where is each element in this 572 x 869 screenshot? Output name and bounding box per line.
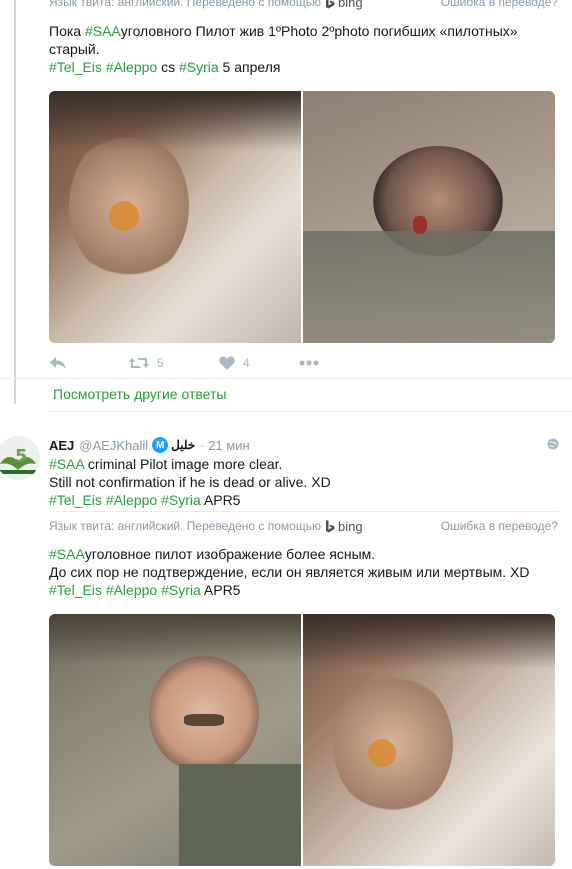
hashtag-link[interactable]: #SAA bbox=[49, 456, 84, 472]
hashtag-link[interactable]: #Tel_Eis bbox=[49, 582, 102, 598]
bing-logo[interactable]: bing bbox=[325, 0, 363, 10]
tweet-actions: 5 4 bbox=[49, 352, 329, 374]
avatar-logo-icon: 5 bbox=[0, 436, 40, 480]
tweet-text-line: Пока #SAAуголовного Пилот жив 1ºPhoto 2º… bbox=[49, 22, 559, 40]
more-dots-icon bbox=[299, 360, 319, 366]
author-name-arabic: خليل bbox=[171, 438, 196, 452]
thread-line bbox=[14, 0, 16, 384]
translation-label: Язык твита: английский. Переведено с пом… bbox=[49, 0, 321, 9]
photo-2[interactable] bbox=[303, 91, 555, 343]
tweet-text-line: #Tel_Eis #Aleppo #Syria APR5 bbox=[49, 581, 559, 599]
like-count: 4 bbox=[243, 356, 250, 370]
bing-label: bing bbox=[337, 0, 363, 10]
text-segment: уголовное пилот изображение более ясным. bbox=[84, 546, 376, 562]
translation-bar: Язык твита: английский. Переведено с пом… bbox=[49, 518, 558, 534]
retweet-count: 5 bbox=[157, 356, 164, 370]
author-handle[interactable]: @AEJKhalil bbox=[79, 438, 148, 453]
hashtag-link[interactable]: #SAA bbox=[49, 546, 85, 562]
tweet-text-line: #SAA criminal Pilot image more clear. bbox=[49, 455, 559, 473]
bing-label: bing bbox=[337, 518, 363, 534]
bing-icon bbox=[325, 0, 335, 8]
text-segment: Still not confirmation if he is dead or … bbox=[49, 474, 331, 490]
tweet-text-line: старый. bbox=[49, 40, 559, 58]
text-segment: Пока bbox=[49, 23, 85, 39]
text-segment: уголовного Пилот жив 1ºPhoto 2ºphoto пог… bbox=[120, 23, 518, 39]
divider bbox=[49, 411, 572, 412]
tweet-text-line: Still not confirmation if he is dead or … bbox=[49, 473, 559, 491]
tweet-translated-text: Пока #SAAуголовного Пилот жив 1ºPhoto 2º… bbox=[49, 22, 559, 76]
hashtag-link[interactable]: #Aleppo bbox=[106, 492, 157, 508]
translation-error-link[interactable]: Ошибка в переводе? bbox=[441, 0, 558, 9]
retweet-icon bbox=[129, 358, 149, 368]
tweet-text-line: #SAAуголовное пилот изображение более яс… bbox=[49, 545, 559, 563]
like-button[interactable]: 4 bbox=[219, 356, 299, 370]
text-segment: 5 апреля bbox=[218, 59, 281, 75]
name-badge-icon: M bbox=[152, 437, 169, 453]
text-segment: старый. bbox=[49, 41, 100, 57]
text-segment: До сих пор не подтверждение, если он явл… bbox=[49, 564, 530, 580]
hashtag-link[interactable]: #SAA bbox=[85, 23, 121, 39]
tweet-translated-text: #SAAуголовное пилот изображение более яс… bbox=[49, 545, 559, 599]
avatar[interactable]: 5 bbox=[0, 436, 40, 480]
photo-2[interactable] bbox=[303, 614, 555, 866]
hashtag-link[interactable]: #Syria bbox=[161, 582, 201, 598]
tweet-header: AEJ @AEJKhalil M خليل · 21 мин bbox=[49, 436, 559, 454]
tweet-media[interactable] bbox=[49, 91, 555, 343]
photo-1[interactable] bbox=[49, 91, 301, 343]
reply-button[interactable] bbox=[49, 356, 129, 370]
translation-error-link[interactable]: Ошибка в переводе? bbox=[441, 519, 558, 533]
translation-label: Язык твита: английский. Переведено с пом… bbox=[49, 519, 321, 533]
globe-icon[interactable] bbox=[547, 438, 559, 453]
retweet-button[interactable]: 5 bbox=[129, 356, 219, 370]
photo-1[interactable] bbox=[49, 614, 301, 866]
divider bbox=[49, 511, 559, 512]
bing-logo[interactable]: bing bbox=[325, 519, 363, 534]
hashtag-link[interactable]: #Aleppo bbox=[106, 582, 157, 598]
heart-icon bbox=[219, 356, 235, 370]
tweet-original-text: #SAA criminal Pilot image more clear. Sti… bbox=[49, 455, 559, 509]
text-segment: APR5 bbox=[200, 492, 241, 508]
tweet-media[interactable] bbox=[49, 614, 555, 866]
text-segment: cs bbox=[157, 59, 179, 75]
tweet-text-line: #Tel_Eis #Aleppo #Syria APR5 bbox=[49, 491, 559, 509]
translation-bar: Язык твита: английский. Переведено с пом… bbox=[49, 0, 558, 10]
thread-line bbox=[14, 384, 16, 404]
more-replies-link[interactable]: Посмотреть другие ответы bbox=[53, 386, 226, 402]
hashtag-link[interactable]: #Tel_Eis bbox=[49, 492, 102, 508]
more-button[interactable] bbox=[299, 360, 319, 366]
tweet-timestamp[interactable]: · 21 мин bbox=[200, 438, 249, 453]
tweet-text-line: До сих пор не подтверждение, если он явл… bbox=[49, 563, 559, 581]
bing-icon bbox=[325, 519, 335, 532]
svg-text:5: 5 bbox=[15, 446, 28, 467]
text-segment: APR5 bbox=[200, 582, 241, 598]
hashtag-link[interactable]: #Aleppo bbox=[106, 59, 157, 75]
reply-icon bbox=[50, 357, 66, 369]
author-name[interactable]: AEJ bbox=[49, 438, 74, 453]
hashtag-link[interactable]: #Syria bbox=[179, 59, 219, 75]
hashtag-link[interactable]: #Tel_Eis bbox=[49, 59, 102, 75]
tweet-text-line: #Tel_Eis #Aleppo cs #Syria 5 апреля bbox=[49, 58, 559, 76]
text-segment: criminal Pilot image more clear. bbox=[84, 456, 283, 472]
hashtag-link[interactable]: #Syria bbox=[161, 492, 201, 508]
divider bbox=[0, 378, 572, 379]
